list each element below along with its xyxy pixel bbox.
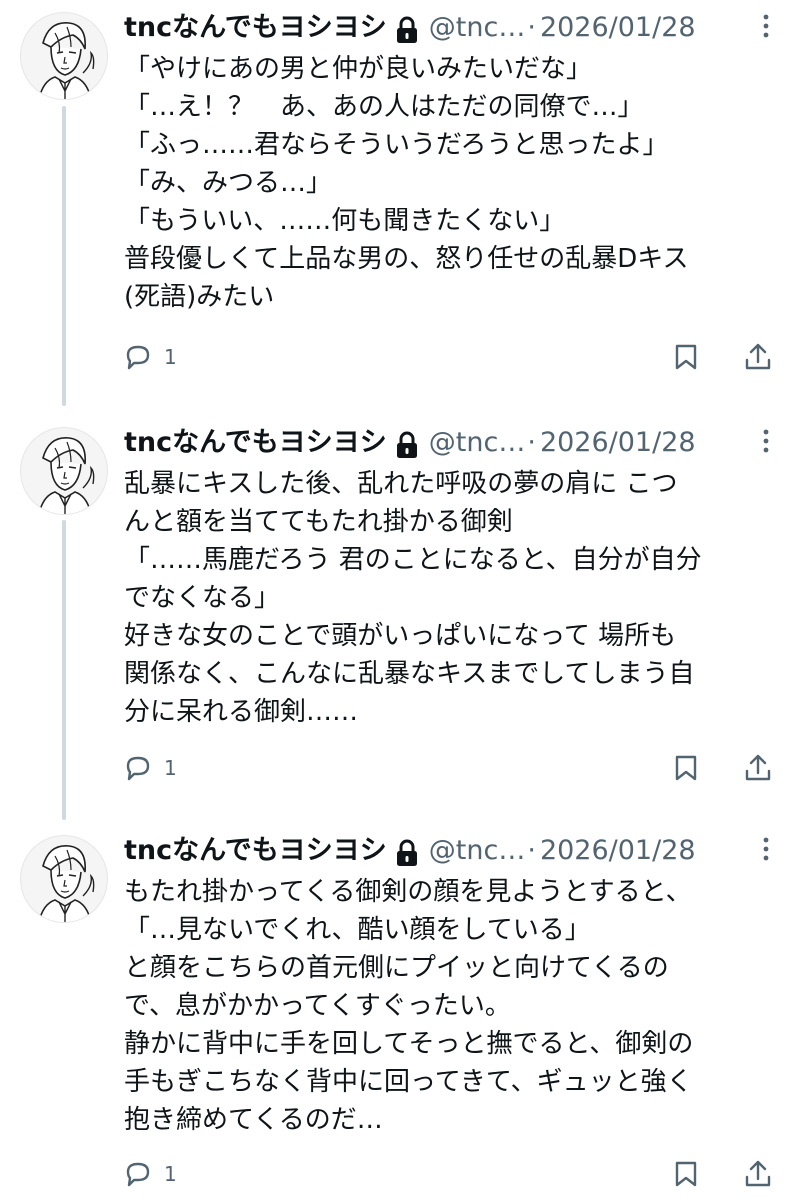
tweet-header: tncなんでもヨシヨシ @tnc… · 2026/01/28	[124, 421, 784, 465]
tweet-date[interactable]: 2026/01/28	[540, 829, 696, 873]
display-name[interactable]: tncなんでもヨシヨシ	[124, 829, 387, 873]
tweet[interactable]: tncなんでもヨシヨシ @tnc… · 2026/01/28 「やけにあの男と仲…	[0, 0, 793, 400]
tweet-text: 乱暴にキスした後、乱れた呼吸の夢の肩に こつ んと額を当ててもたれ掛かる御剣 「…	[124, 465, 784, 731]
tweet-date[interactable]: 2026/01/28	[540, 421, 696, 465]
share-icon[interactable]	[744, 753, 772, 783]
reply-icon[interactable]	[124, 1161, 152, 1187]
tweet-actions: 1	[124, 340, 774, 374]
tweet-text: もたれ掛かってくる御剣の顔を見ようとすると、 「…見ないでくれ、酷い顔をしている…	[124, 873, 784, 1139]
separator-dot: ·	[527, 12, 536, 43]
tweet-text-line: 「ふっ……君ならそういうだろうと思ったよ」	[124, 130, 669, 160]
tweet-header: tncなんでもヨシヨシ @tnc… · 2026/01/28	[124, 6, 784, 50]
bookmark-icon[interactable]	[674, 343, 698, 371]
more-icon[interactable]	[752, 835, 780, 863]
tweet-text-line: 手もぎこちなく背中に回ってきて、ギュッと強く	[124, 1067, 693, 1097]
more-icon[interactable]	[752, 12, 780, 40]
tweet-text-line: 普段優しくて上品な男の、怒り任せの乱暴Dキス	[124, 244, 689, 274]
tweet[interactable]: tncなんでもヨシヨシ @tnc… · 2026/01/28 もたれ掛かってくる…	[0, 823, 793, 1200]
tweet-text-line: (死語)みたい	[124, 282, 275, 312]
tweet-date[interactable]: 2026/01/28	[540, 6, 696, 50]
tweet-text-line: 分に呆れる御剣……	[124, 697, 359, 727]
lock-icon	[395, 429, 419, 458]
tweet-text-line: でなくなる」	[124, 583, 281, 613]
more-icon[interactable]	[752, 427, 780, 455]
tweet-actions: 1	[124, 751, 774, 785]
separator-dot: ·	[527, 835, 536, 866]
tweet-header: tncなんでもヨシヨシ @tnc… · 2026/01/28	[124, 829, 784, 873]
tweet[interactable]: tncなんでもヨシヨシ @tnc… · 2026/01/28 乱暴にキスした後、…	[0, 415, 793, 815]
lock-icon	[395, 837, 419, 866]
lock-icon	[395, 14, 419, 43]
display-name[interactable]: tncなんでもヨシヨシ	[124, 421, 387, 465]
tweet-text-line: 「もういい、……何も聞きたくない」	[124, 206, 566, 236]
tweet-text: 「やけにあの男と仲が良いみたいだな」 「…え！？ あ、あの人はただの同僚で…」 …	[124, 50, 784, 316]
tweet-text-line: 「…見ないでくれ、酷い顔をしている」	[124, 915, 591, 945]
tweet-thread: tncなんでもヨシヨシ @tnc… · 2026/01/28 「やけにあの男と仲…	[0, 0, 793, 1200]
tweet-text-line: 抱き締めてくるのだ…	[124, 1105, 383, 1135]
tweet-text-line: 関係なく、こんなに乱暴なキスまでしてしまう自	[124, 659, 695, 689]
display-name[interactable]: tncなんでもヨシヨシ	[124, 6, 387, 50]
tweet-text-line: で、息がかかってくすぐったい。	[124, 991, 511, 1021]
avatar[interactable]	[20, 427, 108, 515]
user-handle[interactable]: @tnc…	[429, 6, 526, 50]
tweet-text-line: 乱暴にキスした後、乱れた呼吸の夢の肩に こつ	[124, 469, 678, 499]
reply-icon[interactable]	[124, 755, 152, 781]
bookmark-icon[interactable]	[674, 1160, 698, 1188]
tweet-text-line: と顔をこちらの首元側にプイッと向けてくるの	[124, 953, 669, 983]
share-icon[interactable]	[744, 342, 772, 372]
tweet-actions: 1	[124, 1157, 774, 1191]
reply-icon[interactable]	[124, 344, 152, 370]
tweet-text-line: 「やけにあの男と仲が良いみたいだな」	[124, 54, 593, 84]
tweet-text-line: んと額を当ててもたれ掛かる御剣	[124, 507, 513, 537]
bookmark-icon[interactable]	[674, 754, 698, 782]
tweet-text-line: 「…え！？ あ、あの人はただの同僚で…」	[124, 92, 644, 122]
reply-count: 1	[164, 345, 177, 369]
user-handle[interactable]: @tnc…	[429, 829, 526, 873]
avatar[interactable]	[20, 835, 108, 923]
tweet-text-line: 「……馬鹿だろう 君のことになると、自分が自分	[124, 545, 702, 575]
separator-dot: ·	[527, 427, 536, 458]
tweet-text-line: もたれ掛かってくる御剣の顔を見ようとすると、	[124, 877, 692, 907]
tweet-text-line: 静かに背中に手を回してそっと撫でると、御剣の	[124, 1029, 694, 1059]
share-icon[interactable]	[744, 1159, 772, 1189]
user-handle[interactable]: @tnc…	[429, 421, 526, 465]
reply-count: 1	[164, 756, 177, 780]
tweet-text-line: 「み、みつる…」	[124, 168, 333, 198]
tweet-text-line: 好きな女のことで頭がいっぱいになって 場所も	[124, 621, 677, 651]
reply-count: 1	[164, 1162, 177, 1186]
avatar[interactable]	[20, 12, 108, 100]
